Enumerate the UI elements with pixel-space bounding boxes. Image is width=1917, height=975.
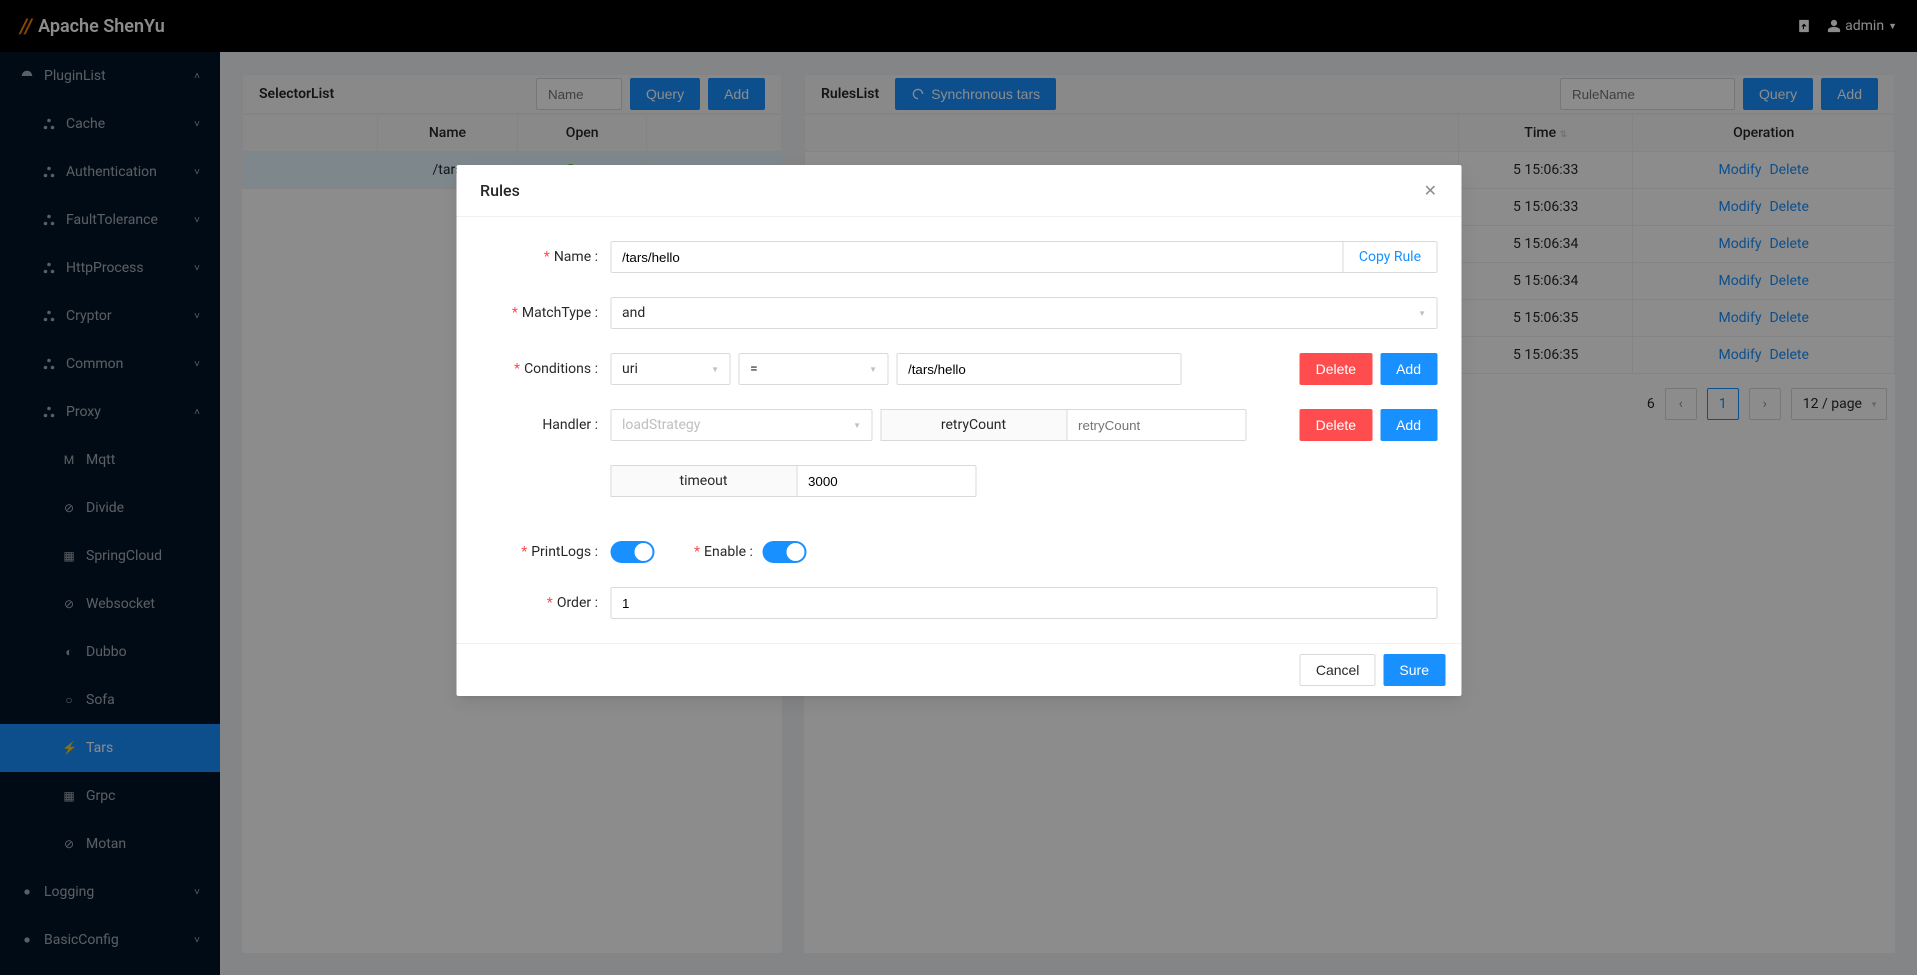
- condition-delete-button[interactable]: Delete: [1300, 353, 1372, 385]
- retry-count-label: retryCount: [880, 409, 1066, 441]
- close-icon[interactable]: ✕: [1424, 181, 1437, 200]
- condition-op-select[interactable]: =: [738, 353, 888, 385]
- load-strategy-select[interactable]: loadStrategy: [610, 409, 872, 441]
- sure-button[interactable]: Sure: [1383, 654, 1445, 686]
- enable-switch[interactable]: [763, 541, 807, 563]
- condition-field-select[interactable]: uri: [610, 353, 730, 385]
- retry-count-input[interactable]: [1066, 409, 1246, 441]
- rules-modal: Rules ✕ *Name : Copy Rule *MatchType : a…: [456, 165, 1461, 696]
- name-input[interactable]: [610, 241, 1344, 273]
- timeout-input[interactable]: [796, 465, 976, 497]
- timeout-label: timeout: [610, 465, 796, 497]
- condition-add-button[interactable]: Add: [1380, 353, 1437, 385]
- cancel-button[interactable]: Cancel: [1300, 654, 1376, 686]
- handler-add-button[interactable]: Add: [1380, 409, 1437, 441]
- condition-value-input[interactable]: [896, 353, 1181, 385]
- handler-delete-button[interactable]: Delete: [1300, 409, 1372, 441]
- order-input[interactable]: [610, 587, 1437, 619]
- modal-title: Rules: [480, 181, 520, 200]
- printlogs-switch[interactable]: [610, 541, 654, 563]
- copy-rule-button[interactable]: Copy Rule: [1344, 241, 1437, 273]
- match-type-select[interactable]: and: [610, 297, 1437, 329]
